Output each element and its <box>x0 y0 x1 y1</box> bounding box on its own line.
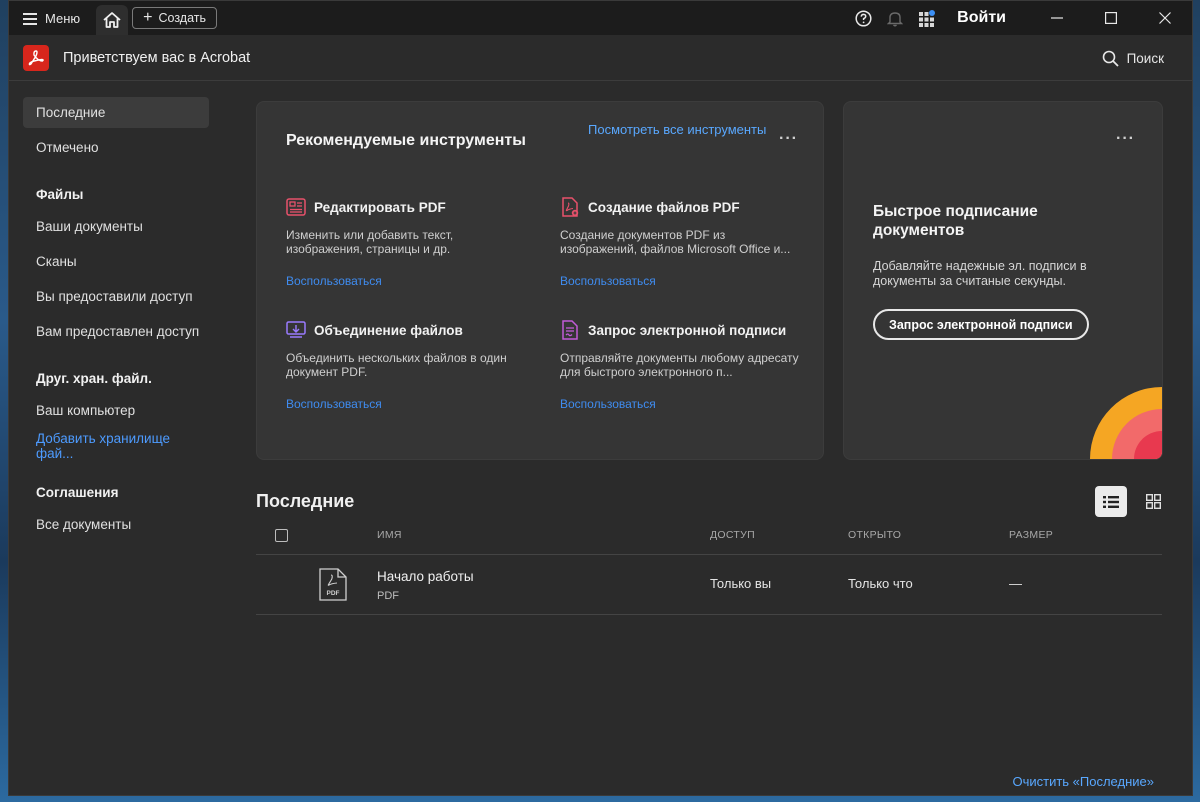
request-signature-icon <box>562 320 578 340</box>
maximize-button[interactable] <box>1084 1 1138 35</box>
close-icon <box>1159 12 1171 24</box>
grid-view-button[interactable] <box>1137 486 1169 517</box>
help-button[interactable] <box>847 1 879 35</box>
decorative-arcs-icon <box>1090 387 1162 459</box>
search-icon <box>1102 50 1119 67</box>
clear-recent-link[interactable]: Очистить «Последние» <box>1012 774 1154 789</box>
help-icon <box>855 9 872 27</box>
apps-icon <box>919 10 936 27</box>
search-button[interactable]: Поиск <box>1102 35 1164 81</box>
file-type: PDF <box>377 590 399 602</box>
sidebar-heading-files: Файлы <box>36 186 84 202</box>
tool-description: Изменить или добавить текст, изображения… <box>286 228 454 256</box>
acrobat-logo <box>23 44 49 71</box>
sign-card-description: Добавляйте надежные эл. подписи в докуме… <box>873 259 1087 288</box>
pdf-label-icon: PDF <box>327 590 340 597</box>
tools-card-more-icon[interactable]: ··· <box>779 130 798 148</box>
app-header: Приветствуем вас в Acrobat Поиск <box>9 35 1192 81</box>
table-row[interactable]: PDF Начало работы PDF Только вы Только ч… <box>256 555 1162 615</box>
tool-name: Редактировать PDF <box>314 199 446 215</box>
sidebar-heading-other-storage: Друг. хран. файл. <box>36 370 152 386</box>
quick-sign-card: ··· Быстрое подписание документов Добавл… <box>843 101 1163 460</box>
close-button[interactable] <box>1138 1 1192 35</box>
file-access: Только вы <box>710 576 772 591</box>
request-signature-button[interactable]: Запрос электронной подписи <box>873 309 1089 340</box>
edit-pdf-icon <box>286 198 306 216</box>
sidebar-item-all-documents[interactable]: Все документы <box>23 509 209 540</box>
menu-button[interactable]: Меню <box>9 1 90 35</box>
recent-section-title: Последние <box>256 491 355 511</box>
column-header-name[interactable]: ИМЯ <box>377 529 402 541</box>
tool-name: Запрос электронной подписи <box>588 322 787 338</box>
search-label: Поиск <box>1126 50 1164 66</box>
tool-description: Отправляйте документы любому адресату дл… <box>560 351 799 379</box>
create-label: Создать <box>158 11 206 25</box>
acrobat-logo-icon <box>28 49 44 65</box>
tool-use-link[interactable]: Воспользоваться <box>286 397 382 411</box>
create-button[interactable]: + Создать <box>132 7 217 29</box>
tool-edit-pdf: Редактировать PDF Изменить или добавить … <box>286 196 526 288</box>
sidebar-item-add-storage[interactable]: Добавить хранилище фай... <box>23 430 209 461</box>
sign-in-button[interactable]: Войти <box>943 9 1030 27</box>
tool-name: Объединение файлов <box>314 322 463 338</box>
file-size: — <box>1009 576 1022 591</box>
tool-name: Создание файлов PDF <box>588 199 740 215</box>
tool-combine-files: Объединение файлов Объединить нескольких… <box>286 319 526 411</box>
pdf-file-icon: PDF <box>319 568 347 601</box>
tool-use-link[interactable]: Воспользоваться <box>560 397 656 411</box>
list-view-button[interactable] <box>1095 486 1127 517</box>
column-header-access[interactable]: ДОСТУП <box>710 529 755 541</box>
sidebar-item-shared-by-you[interactable]: Вы предоставили доступ <box>23 281 209 312</box>
table-header: ИМЯ ДОСТУП ОТКРЫТО РАЗМЕР <box>256 519 1162 555</box>
select-all-checkbox[interactable] <box>275 529 288 542</box>
file-name[interactable]: Начало работы <box>377 569 474 584</box>
sidebar-item-scans[interactable]: Сканы <box>23 246 209 277</box>
maximize-icon <box>1105 12 1117 24</box>
sidebar-item-your-documents[interactable]: Ваши документы <box>23 211 209 242</box>
tool-description: Создание документов PDF из изображений, … <box>560 228 791 256</box>
recommended-tools-card: Рекомендуемые инструменты Посмотреть все… <box>256 101 824 460</box>
sidebar-heading-agreements: Соглашения <box>36 484 119 500</box>
apps-button[interactable] <box>911 1 943 35</box>
sidebar-item-starred[interactable]: Отмечено <box>23 132 209 163</box>
home-tab[interactable] <box>96 5 129 35</box>
tool-use-link[interactable]: Воспользоваться <box>286 274 382 288</box>
minimize-icon <box>1051 17 1063 19</box>
bell-icon <box>887 11 904 26</box>
menu-label: Меню <box>45 10 81 26</box>
notifications-button[interactable] <box>879 1 911 35</box>
tool-create-pdf: Создание файлов PDF Создание документов … <box>560 196 800 288</box>
create-pdf-icon <box>562 197 579 217</box>
file-opened: Только что <box>848 576 913 591</box>
home-icon <box>103 12 121 28</box>
sidebar-item-recent[interactable]: Последние <box>23 97 209 128</box>
page-title: Приветствуем вас в Acrobat <box>63 49 251 66</box>
sign-card-more-icon[interactable]: ··· <box>1116 130 1135 148</box>
list-view-icon <box>1103 495 1119 508</box>
tool-use-link[interactable]: Воспользоваться <box>560 274 656 288</box>
recent-files-table: ИМЯ ДОСТУП ОТКРЫТО РАЗМЕР PDF Начало раб… <box>256 519 1162 615</box>
acrobat-window: Меню + Создать Войти Приветствуем вас в … <box>8 0 1193 796</box>
column-header-opened[interactable]: ОТКРЫТО <box>848 529 901 541</box>
main-content: Рекомендуемые инструменты Посмотреть все… <box>256 82 1192 795</box>
tool-request-signature: Запрос электронной подписи Отправляйте д… <box>560 319 800 411</box>
title-bar: Меню + Создать Войти <box>9 1 1192 35</box>
hamburger-icon <box>23 12 37 25</box>
tool-description: Объединить нескольких файлов в один доку… <box>286 351 507 379</box>
minimize-button[interactable] <box>1030 1 1084 35</box>
see-all-tools-link[interactable]: Посмотреть все инструменты <box>588 122 766 137</box>
sign-card-title: Быстрое подписание документов <box>873 203 1038 239</box>
plus-icon: + <box>143 9 153 26</box>
sidebar-item-your-computer[interactable]: Ваш компьютер <box>23 395 209 426</box>
sidebar-item-shared-with-you[interactable]: Вам предоставлен доступ <box>23 316 209 347</box>
column-header-size[interactable]: РАЗМЕР <box>1009 529 1053 541</box>
title-bar-right: Войти <box>847 1 1192 35</box>
combine-files-icon <box>286 321 306 338</box>
grid-view-icon <box>1145 494 1161 509</box>
tools-card-title: Рекомендуемые инструменты <box>286 132 526 149</box>
sidebar: Последние Отмечено Файлы Ваши документы … <box>9 82 223 795</box>
